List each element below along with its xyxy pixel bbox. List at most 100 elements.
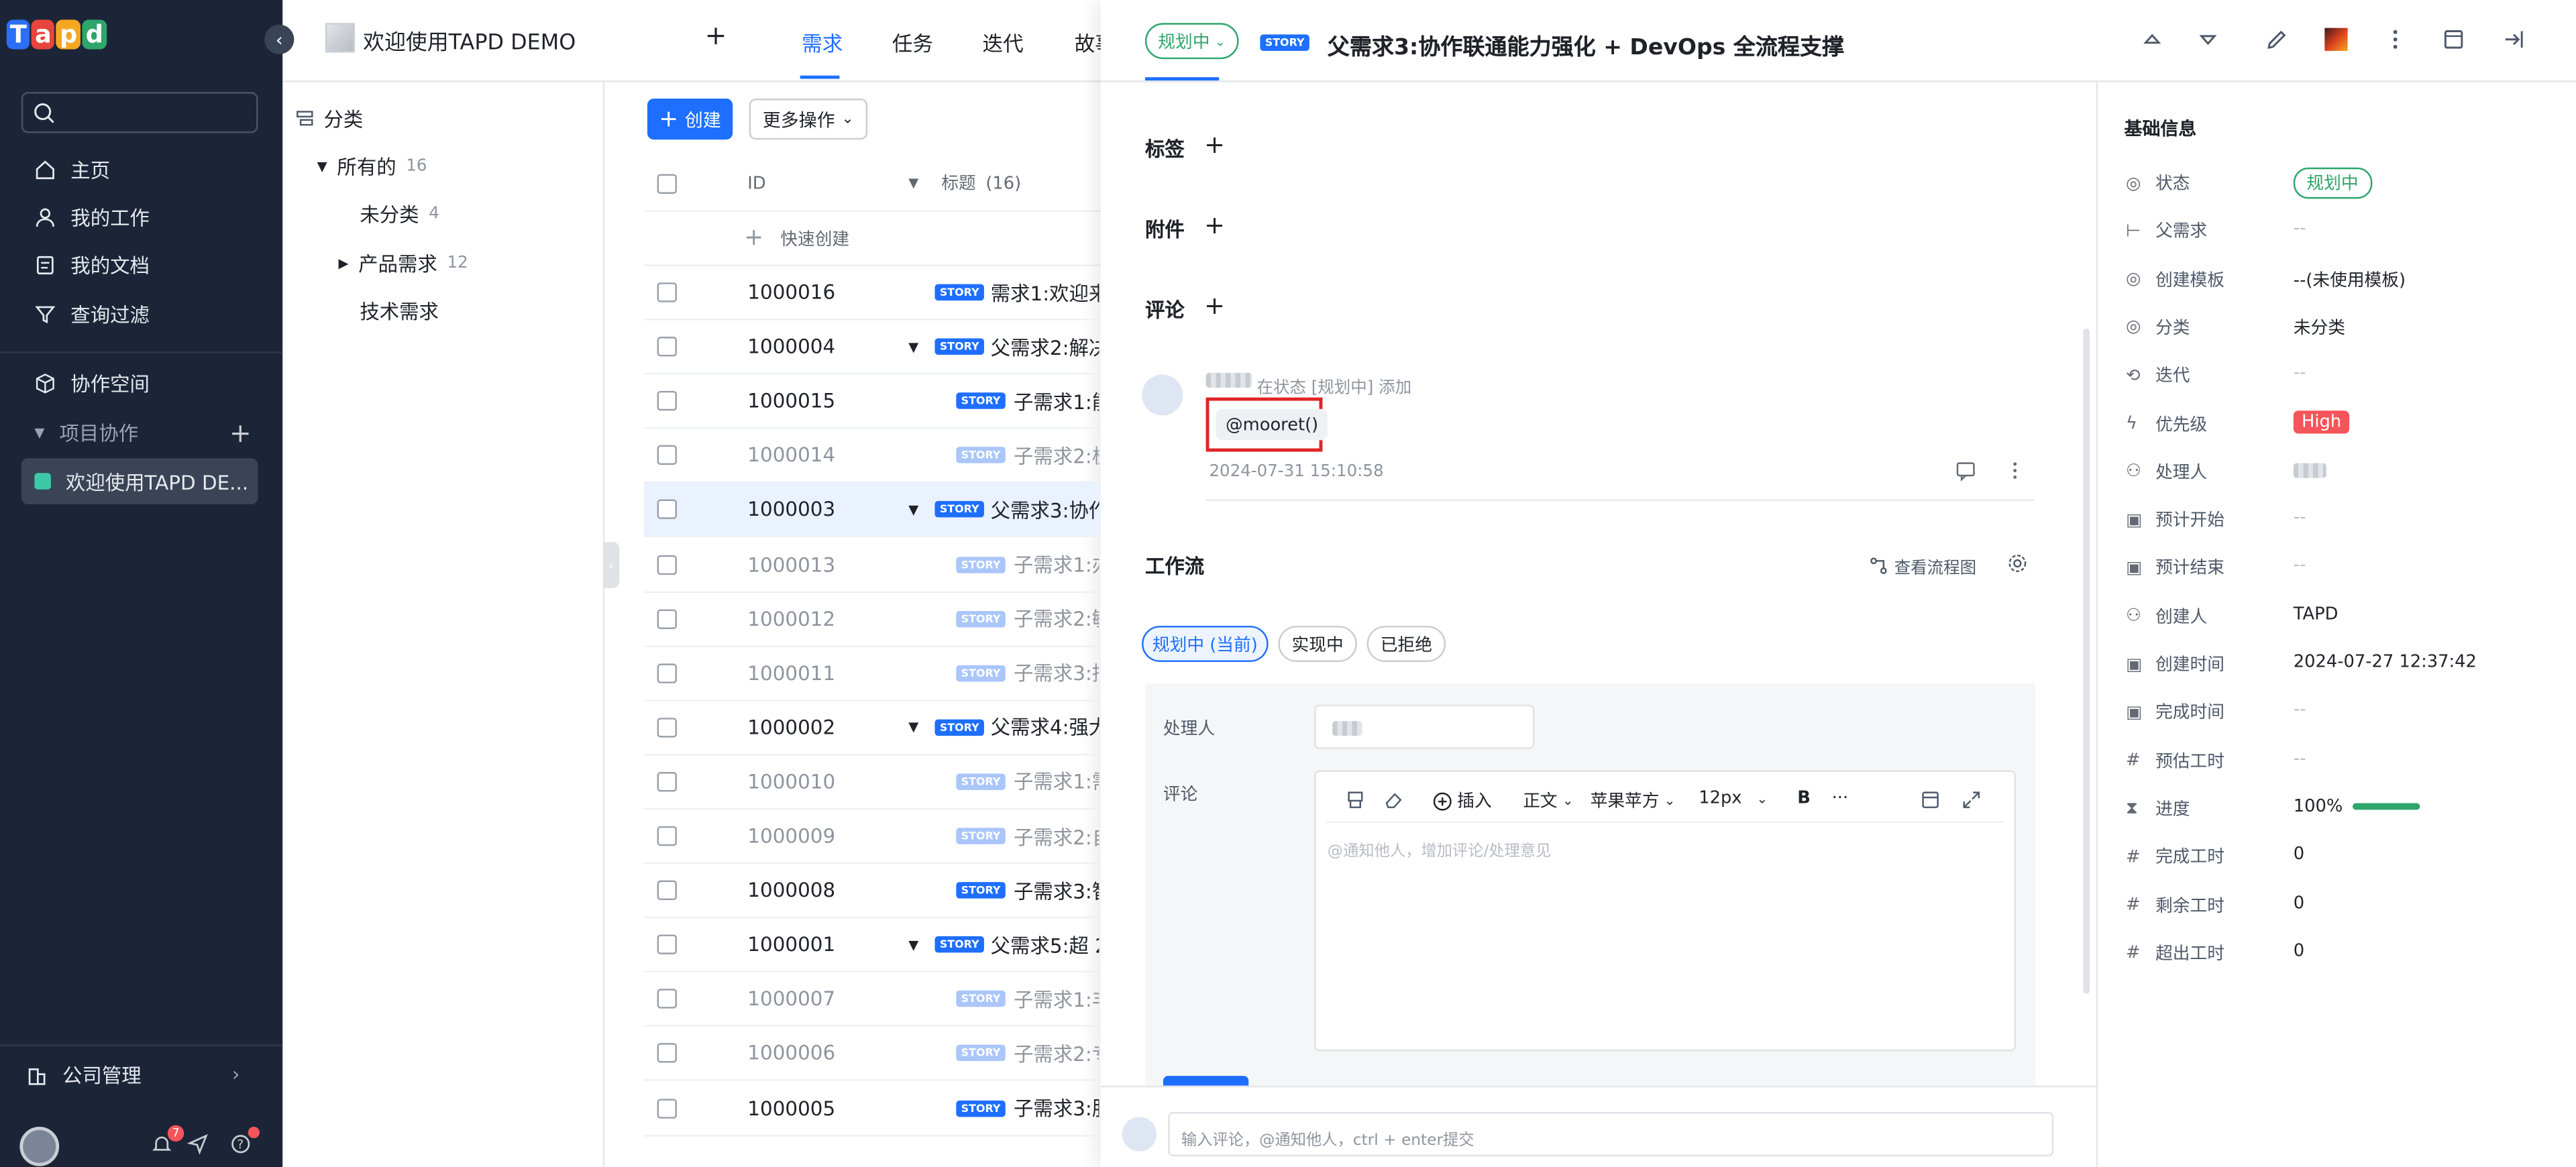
project-group-header[interactable]: ▼ 项目协作 +	[21, 409, 258, 455]
row-title[interactable]: 子需求2:专	[1014, 1040, 1099, 1068]
tree-collapse-handle[interactable]: ‹	[602, 542, 620, 588]
prop-value[interactable]: High	[2293, 410, 2350, 433]
add-project-icon[interactable]: +	[229, 416, 252, 448]
prop-value[interactable]: --	[2294, 219, 2306, 238]
row-checkbox[interactable]	[657, 608, 677, 628]
template-icon[interactable]	[1921, 790, 1940, 810]
more-actions-button[interactable]: 更多操作 ⌄	[749, 98, 868, 140]
create-button[interactable]: + 创建	[647, 98, 733, 140]
expand-caret-icon[interactable]: ▼	[908, 339, 918, 354]
eraser-icon[interactable]	[1383, 790, 1403, 810]
row-title[interactable]: 子需求2:极	[1014, 441, 1099, 469]
table-row[interactable]: 1000015 STORY 子需求1:能	[644, 375, 1101, 429]
prop-value[interactable]: 0	[2294, 844, 2304, 864]
table-row[interactable]: 1000003 ▼ STORY 父需求3:协作	[644, 483, 1101, 538]
table-row[interactable]: 1000007 STORY 子需求1:丰	[644, 973, 1101, 1027]
open-new-window-icon[interactable]	[2441, 26, 2467, 52]
prop-value[interactable]: TAPD	[2294, 604, 2339, 623]
table-row[interactable]: 1000001 ▼ STORY 父需求5:超 2	[644, 918, 1101, 973]
comment-mention[interactable]: @mooret()	[1216, 408, 1328, 441]
bottom-comment-input[interactable]: 输入评论，@通知他人，ctrl + enter提交	[1168, 1111, 2054, 1157]
row-checkbox[interactable]	[657, 771, 677, 792]
row-title[interactable]: 子需求1:办	[1014, 550, 1099, 578]
row-title[interactable]: 子需求2:自	[1014, 822, 1099, 850]
table-row[interactable]: 1000006 STORY 子需求2:专	[644, 1027, 1101, 1082]
prop-value[interactable]	[2293, 463, 2326, 478]
tree-item-product[interactable]: ▶ 产品需求 12	[338, 246, 468, 279]
tab-requirements[interactable]: 需求	[802, 26, 843, 58]
row-title[interactable]: 子需求1:丰	[1014, 985, 1099, 1013]
settings-icon[interactable]	[2008, 553, 2027, 573]
prop-value[interactable]: --	[2294, 508, 2306, 527]
nav-query-filter[interactable]: 查询过滤	[21, 290, 258, 337]
workspace-title[interactable]: 欢迎使用TAPD DEMO	[363, 25, 576, 56]
row-title[interactable]: 父需求2:解决	[991, 333, 1099, 361]
select-all-checkbox[interactable]	[657, 173, 677, 193]
table-row[interactable]: 1000008 STORY 子需求3:智	[644, 864, 1101, 919]
row-checkbox[interactable]	[657, 282, 677, 302]
sidebar-collapse-button[interactable]: ‹	[264, 24, 294, 54]
nav-my-work[interactable]: 我的工作	[21, 194, 258, 240]
row-title[interactable]: 父需求3:协作	[991, 496, 1099, 524]
quick-create-row[interactable]: + 快速创建	[644, 212, 1101, 266]
row-checkbox[interactable]	[657, 337, 677, 357]
row-checkbox[interactable]	[657, 934, 677, 955]
row-title[interactable]: 父需求4:强大	[991, 714, 1099, 742]
nav-home[interactable]: 主页	[21, 146, 258, 192]
tree-item-uncategorized[interactable]: 未分类 4	[360, 197, 439, 230]
row-title[interactable]: 子需求2:敏	[1014, 604, 1099, 632]
expand-caret-icon[interactable]: ▼	[908, 502, 918, 517]
nav-my-docs[interactable]: 我的文档	[21, 241, 258, 288]
table-row[interactable]: 1000004 ▼ STORY 父需求2:解决	[644, 321, 1101, 375]
tab-tasks[interactable]: 任务	[892, 26, 933, 58]
expand-icon[interactable]	[1962, 790, 1981, 810]
more-vertical-icon[interactable]	[2382, 26, 2408, 52]
reply-icon[interactable]	[1955, 460, 1976, 482]
prop-value[interactable]: 规划中	[2293, 167, 2372, 199]
row-checkbox[interactable]	[657, 989, 677, 1009]
row-checkbox[interactable]	[657, 880, 677, 901]
col-id-header[interactable]: ID	[747, 173, 765, 192]
table-row[interactable]: 1000011 STORY 子需求3:持	[644, 647, 1101, 701]
scrollbar[interactable]	[2083, 328, 2090, 994]
tab-iterations[interactable]: 迭代	[983, 26, 1024, 58]
format-painter-icon[interactable]	[1346, 790, 1365, 810]
row-checkbox[interactable]	[657, 1044, 677, 1064]
row-checkbox[interactable]	[657, 826, 677, 846]
edit-icon[interactable]	[2264, 26, 2290, 52]
prop-value[interactable]: 100%	[2294, 796, 2343, 816]
row-checkbox[interactable]	[657, 554, 677, 574]
table-row[interactable]: 1000005 STORY 子需求3:服	[644, 1082, 1101, 1136]
prop-value[interactable]: --	[2294, 364, 2306, 383]
nav-collab-space[interactable]: 协作空间	[21, 359, 258, 406]
insert-button[interactable]: 插入	[1433, 789, 1492, 814]
prop-value[interactable]: 0	[2294, 893, 2304, 912]
font-select[interactable]: 苹果苹方 ⌄	[1591, 789, 1676, 814]
close-panel-icon[interactable]	[2500, 26, 2526, 52]
row-title[interactable]: 子需求3:智	[1014, 877, 1099, 905]
row-title[interactable]: 子需求1:能	[1014, 387, 1099, 415]
sort-icon[interactable]: ▼	[908, 176, 918, 190]
tapd-logo[interactable]: T a p d	[6, 19, 107, 50]
expand-caret-icon[interactable]: ▼	[908, 938, 918, 952]
more-format-button[interactable]: ···	[1832, 789, 1849, 808]
view-flowchart-button[interactable]: 查看流程图	[1870, 553, 1976, 578]
paragraph-select[interactable]: 正文 ⌄	[1523, 789, 1573, 814]
row-title[interactable]: 子需求3:服	[1014, 1094, 1099, 1122]
add-attachment-icon[interactable]: +	[1204, 210, 1225, 239]
add-comment-icon[interactable]: +	[1204, 290, 1225, 320]
expand-caret-icon[interactable]: ▼	[908, 720, 918, 734]
table-row[interactable]: 1000016 STORY 需求1:欢迎来	[644, 266, 1101, 321]
prop-value[interactable]: 未分类	[2294, 315, 2345, 340]
add-icon[interactable]: +	[705, 19, 727, 51]
workflow-state-rejected[interactable]: 已拒绝	[1366, 626, 1446, 662]
table-row[interactable]: 1000014 STORY 子需求2:极	[644, 429, 1101, 484]
row-title[interactable]: 父需求5:超 2	[991, 931, 1099, 959]
row-checkbox[interactable]	[657, 1098, 677, 1118]
workflow-state-implementing[interactable]: 实现中	[1278, 626, 1357, 662]
add-tag-icon[interactable]: +	[1204, 129, 1225, 159]
avatar[interactable]	[19, 1127, 60, 1166]
tree-item-all[interactable]: ▼ 所有的 16	[317, 150, 427, 182]
status-dropdown[interactable]: 规划中 ⌄	[1144, 23, 1239, 60]
prop-value[interactable]: 0	[2294, 941, 2304, 960]
